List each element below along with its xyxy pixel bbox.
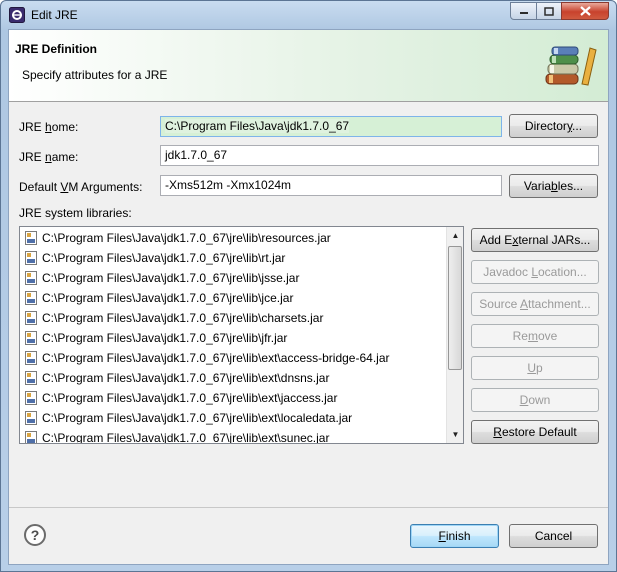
close-button[interactable]	[561, 2, 609, 20]
jar-file-icon	[25, 411, 37, 425]
list-item[interactable]: C:\Program Files\Java\jdk1.7.0_67\jre\li…	[25, 268, 300, 288]
library-path: C:\Program Files\Java\jdk1.7.0_67\jre\li…	[42, 431, 330, 444]
up-label: Up	[527, 361, 543, 375]
variables-button-label: Variables...	[523, 179, 584, 193]
maximize-button[interactable]	[536, 2, 562, 20]
vm-arguments-label: Default VM Arguments:	[19, 180, 143, 194]
restore-default-button[interactable]: Restore Default	[471, 420, 599, 444]
maximize-icon	[544, 6, 554, 16]
banner-subtitle: Specify attributes for a JRE	[22, 68, 168, 82]
minimize-icon	[519, 12, 528, 14]
add-external-jars-button[interactable]: Add External JARs...	[471, 228, 599, 252]
banner-separator	[9, 101, 608, 102]
list-item[interactable]: C:\Program Files\Java\jdk1.7.0_67\jre\li…	[25, 308, 324, 328]
remove-button[interactable]: Remove	[471, 324, 599, 348]
library-path: C:\Program Files\Java\jdk1.7.0_67\jre\li…	[42, 411, 353, 425]
vertical-scrollbar[interactable]: ▲ ▼	[446, 227, 463, 443]
scroll-thumb[interactable]	[448, 246, 462, 370]
list-item[interactable]: C:\Program Files\Java\jdk1.7.0_67\jre\li…	[25, 368, 330, 388]
restore-default-label: Restore Default	[493, 425, 577, 439]
system-libraries-label: JRE system libraries:	[19, 206, 132, 220]
library-path: C:\Program Files\Java\jdk1.7.0_67\jre\li…	[42, 291, 294, 305]
library-path: C:\Program Files\Java\jdk1.7.0_67\jre\li…	[42, 331, 288, 345]
minimize-button[interactable]	[510, 2, 537, 20]
library-path: C:\Program Files\Java\jdk1.7.0_67\jre\li…	[42, 271, 300, 285]
jar-file-icon	[25, 271, 37, 285]
list-item[interactable]: C:\Program Files\Java\jdk1.7.0_67\jre\li…	[25, 228, 331, 248]
list-item[interactable]: C:\Program Files\Java\jdk1.7.0_67\jre\li…	[25, 428, 330, 444]
jre-home-value: C:\Program Files\Java\jdk1.7.0_67	[165, 119, 350, 133]
library-path: C:\Program Files\Java\jdk1.7.0_67\jre\li…	[42, 391, 338, 405]
header-banner: JRE Definition Specify attributes for a …	[9, 30, 608, 101]
help-icon[interactable]: ?	[24, 524, 46, 546]
jar-file-icon	[25, 391, 37, 405]
javadoc-location-button[interactable]: Javadoc Location...	[471, 260, 599, 284]
library-path: C:\Program Files\Java\jdk1.7.0_67\jre\li…	[42, 251, 286, 265]
jar-file-icon	[25, 351, 37, 365]
jar-file-icon	[25, 311, 37, 325]
down-label: Down	[519, 393, 551, 407]
library-path: C:\Program Files\Java\jdk1.7.0_67\jre\li…	[42, 371, 330, 385]
list-item[interactable]: C:\Program Files\Java\jdk1.7.0_67\jre\li…	[25, 388, 338, 408]
library-books-icon	[545, 46, 597, 86]
close-icon	[579, 6, 591, 16]
banner-title: JRE Definition	[15, 42, 98, 56]
window-title: Edit JRE	[31, 8, 78, 22]
library-path: C:\Program Files\Java\jdk1.7.0_67\jre\li…	[42, 231, 331, 245]
up-button[interactable]: Up	[471, 356, 599, 380]
jar-file-icon	[25, 291, 37, 305]
jre-home-field[interactable]: C:\Program Files\Java\jdk1.7.0_67	[160, 116, 502, 137]
scroll-up-arrow-icon[interactable]: ▲	[447, 227, 463, 244]
jre-home-label: JRE home:	[19, 120, 79, 134]
list-item[interactable]: C:\Program Files\Java\jdk1.7.0_67\jre\li…	[25, 348, 390, 368]
jar-file-icon	[25, 431, 37, 443]
title-bar[interactable]: Edit JRE	[1, 1, 616, 29]
dialog-client-area: JRE Definition Specify attributes for a …	[8, 29, 609, 565]
jar-file-icon	[25, 231, 37, 245]
cancel-button[interactable]: Cancel	[509, 524, 598, 548]
footer-separator	[9, 507, 608, 508]
jar-file-icon	[25, 371, 37, 385]
list-item[interactable]: C:\Program Files\Java\jdk1.7.0_67\jre\li…	[25, 248, 286, 268]
library-path: C:\Program Files\Java\jdk1.7.0_67\jre\li…	[42, 351, 390, 365]
finish-label: Finish	[438, 529, 471, 543]
library-path: C:\Program Files\Java\jdk1.7.0_67\jre\li…	[42, 311, 324, 325]
jre-name-field[interactable]: jdk1.7.0_67	[160, 145, 599, 166]
add-external-jars-label: Add External JARs...	[479, 233, 591, 247]
variables-button[interactable]: Variables...	[509, 174, 598, 198]
down-button[interactable]: Down	[471, 388, 599, 412]
libraries-list[interactable]: C:\Program Files\Java\jdk1.7.0_67\jre\li…	[19, 226, 464, 444]
source-attachment-label: Source Attachment...	[479, 297, 591, 311]
remove-label: Remove	[512, 329, 558, 343]
jar-file-icon	[25, 331, 37, 345]
scroll-down-arrow-icon[interactable]: ▼	[447, 426, 463, 443]
edit-jre-window: Edit JRE JRE Definition Specify attribut…	[0, 0, 617, 572]
finish-button[interactable]: Finish	[410, 524, 499, 548]
jar-file-icon	[25, 251, 37, 265]
eclipse-icon	[9, 7, 25, 23]
jre-name-label: JRE name:	[19, 150, 79, 164]
list-item[interactable]: C:\Program Files\Java\jdk1.7.0_67\jre\li…	[25, 328, 288, 348]
vm-arguments-field[interactable]: -Xms512m -Xmx1024m	[160, 175, 502, 196]
list-item[interactable]: C:\Program Files\Java\jdk1.7.0_67\jre\li…	[25, 408, 353, 428]
list-item[interactable]: C:\Program Files\Java\jdk1.7.0_67\jre\li…	[25, 288, 294, 308]
directory-button-label: Directory...	[524, 119, 583, 133]
source-attachment-button[interactable]: Source Attachment...	[471, 292, 599, 316]
directory-button[interactable]: Directory...	[509, 114, 598, 138]
javadoc-location-label: Javadoc Location...	[483, 265, 587, 279]
